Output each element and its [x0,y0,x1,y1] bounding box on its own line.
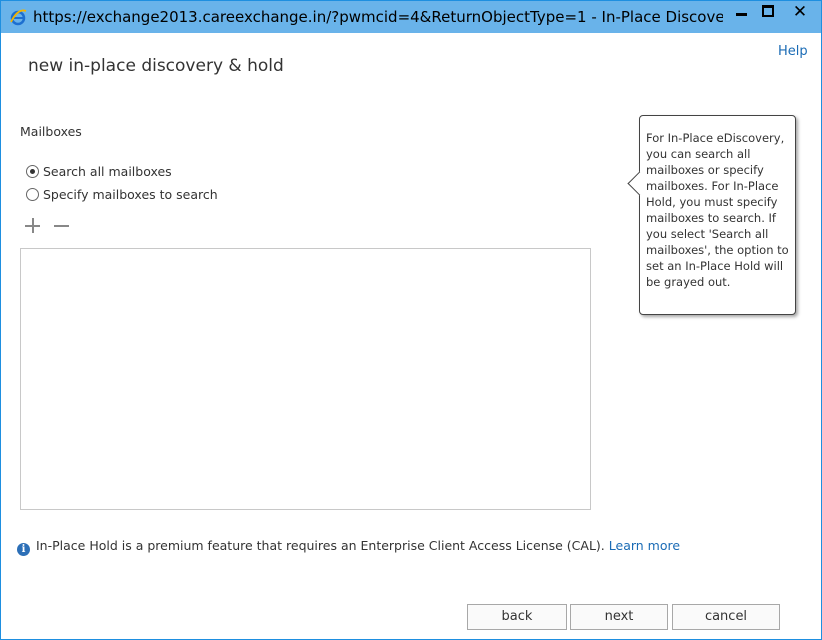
maximize-button[interactable] [755,1,781,23]
help-link[interactable]: Help [778,44,808,59]
mailboxes-label: Mailboxes [20,124,82,139]
dialog-window: https://exchange2013.careexchange.in/?pw… [0,0,822,640]
search-all-mailboxes-option[interactable]: Search all mailboxes [26,164,172,179]
minimize-button[interactable] [729,1,755,23]
next-button[interactable]: next [570,604,668,630]
search-all-radio[interactable] [26,165,39,178]
callout-text: For In-Place eDiscovery, you can search … [646,131,789,289]
license-info-text: In-Place Hold is a premium feature that … [36,538,605,553]
minimize-icon [736,13,747,16]
specify-mailboxes-option[interactable]: Specify mailboxes to search [26,187,218,202]
maximize-icon [762,5,774,17]
window-title: https://exchange2013.careexchange.in/?pw… [33,8,723,26]
cancel-button[interactable]: cancel [672,604,780,630]
info-icon: i [17,543,30,556]
license-info: i In-Place Hold is a premium feature that… [17,538,680,556]
internet-explorer-icon [10,9,27,26]
close-button[interactable]: ✕ [781,1,819,23]
specify-mailboxes-label: Specify mailboxes to search [43,187,218,202]
mailbox-list[interactable] [20,248,591,510]
plus-icon[interactable] [24,217,42,235]
learn-more-link[interactable]: Learn more [609,538,680,553]
back-button[interactable]: back [467,604,567,630]
dialog-title: new in-place discovery & hold [28,56,284,76]
minus-icon[interactable] [53,217,71,235]
title-bar[interactable]: https://exchange2013.careexchange.in/?pw… [1,1,821,33]
close-icon: ✕ [792,2,808,22]
search-all-label: Search all mailboxes [43,164,172,179]
specify-mailboxes-radio[interactable] [26,188,39,201]
help-callout: For In-Place eDiscovery, you can search … [627,115,796,315]
